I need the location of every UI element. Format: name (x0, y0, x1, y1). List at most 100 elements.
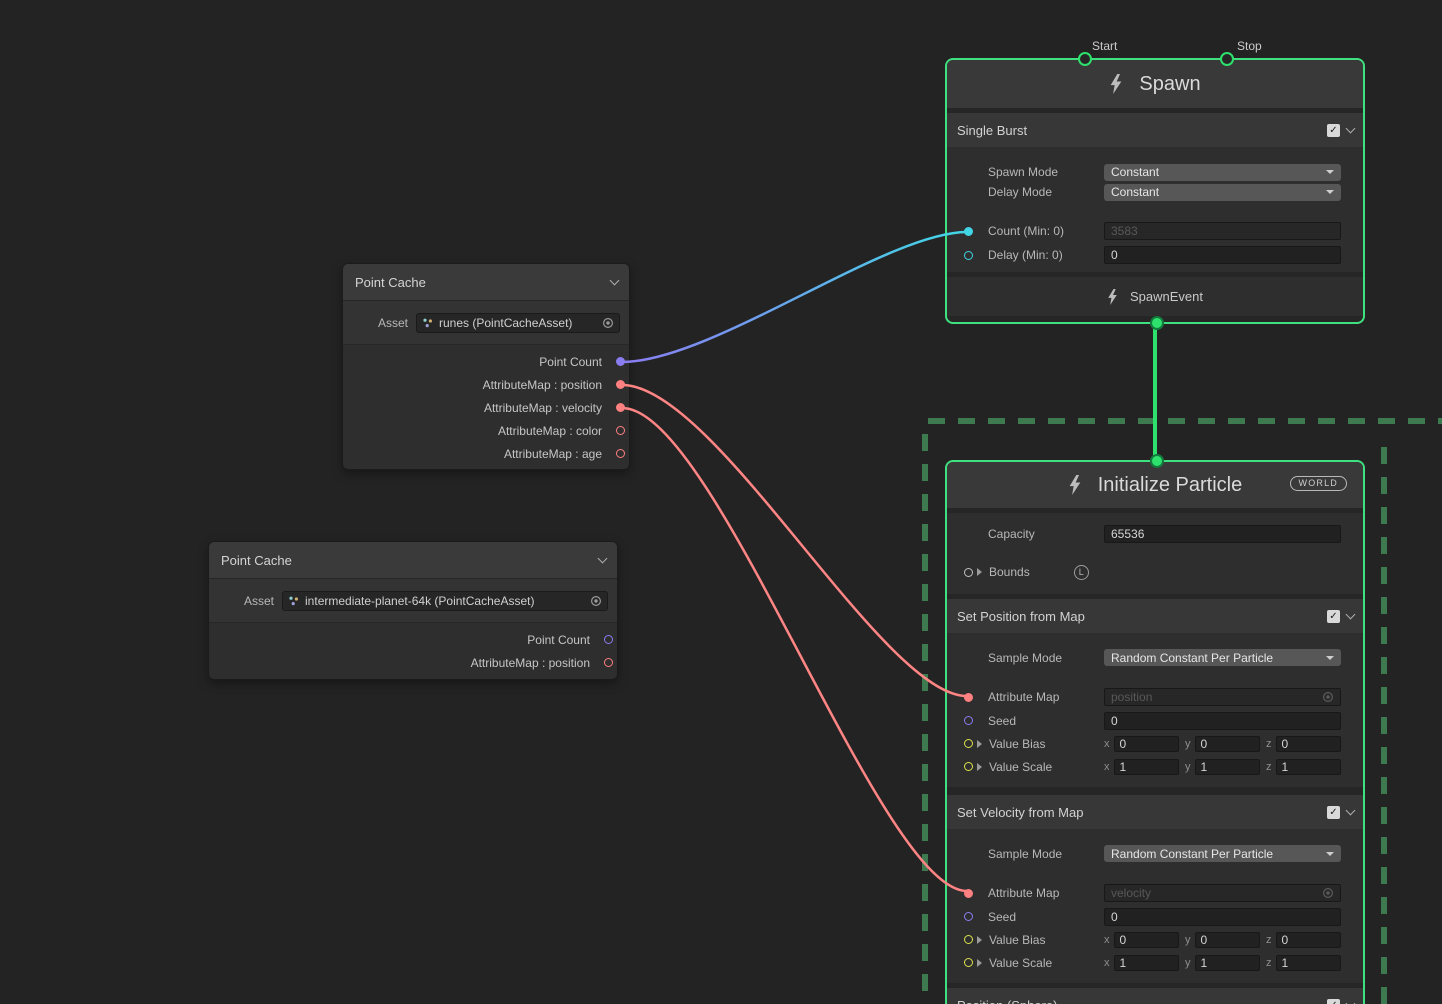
set-velocity-header[interactable]: Set Velocity from Map (947, 795, 1363, 829)
attribute-map-position-output-port[interactable] (604, 658, 613, 667)
seed-row: Seed 0 (947, 905, 1363, 928)
asset-object-field[interactable]: runes (PointCacheAsset) (416, 313, 620, 333)
chevron-down-icon[interactable] (1346, 998, 1356, 1004)
value-bias-x-field[interactable]: 0 (1114, 932, 1180, 948)
output-row-point-count: Point Count (209, 628, 617, 651)
node-title: Initialize Particle (1098, 474, 1243, 497)
attribute-map-field[interactable]: velocity (1104, 884, 1341, 902)
chevron-down-icon[interactable] (598, 553, 608, 563)
attribute-map-input-port[interactable] (964, 693, 973, 702)
point-cache-1-header[interactable]: Point Cache (343, 264, 629, 300)
spawn-title-bar[interactable]: Spawn (947, 60, 1363, 108)
asset-label: Asset (244, 594, 274, 608)
asset-value: runes (PointCacheAsset) (439, 316, 572, 330)
output-label: AttributeMap : age (504, 447, 602, 461)
foldout-triangle-icon[interactable] (977, 740, 982, 748)
attribute-map-row: Attribute Map position (947, 685, 1363, 709)
value-scale-y-field[interactable]: 1 (1195, 955, 1261, 971)
output-row-position: AttributeMap : position (209, 651, 617, 674)
single-burst-header[interactable]: Single Burst (947, 113, 1363, 147)
value-bias-z-field[interactable]: 0 (1276, 736, 1342, 752)
output-row-velocity: AttributeMap : velocity (343, 396, 629, 419)
chevron-down-icon[interactable] (1346, 123, 1356, 133)
value-scale-z-field[interactable]: 1 (1276, 955, 1342, 971)
seed-field[interactable]: 0 (1104, 908, 1341, 926)
asset-object-field[interactable]: intermediate-planet-64k (PointCacheAsset… (282, 591, 608, 611)
chevron-down-icon[interactable] (1346, 805, 1356, 815)
attribute-map-color-output-port[interactable] (616, 426, 625, 435)
block-enabled-checkbox[interactable] (1327, 610, 1340, 623)
delay-field[interactable]: 0 (1104, 246, 1341, 264)
foldout-triangle-icon[interactable] (977, 763, 982, 771)
value-scale-x-field[interactable]: 1 (1114, 955, 1180, 971)
count-input-port[interactable] (964, 227, 973, 236)
value-bias-input-port[interactable] (964, 739, 973, 748)
point-count-output-port[interactable] (616, 357, 625, 366)
vfx-graph-canvas[interactable]: Point Cache Asset runes (PointCacheAsset… (0, 0, 1442, 1004)
capacity-field[interactable]: 65536 (1104, 525, 1341, 543)
asset-label: Asset (378, 316, 408, 330)
initialize-input-flow-port[interactable] (1150, 454, 1164, 468)
set-position-from-map-block[interactable]: Set Position from Map Sample Mode Random… (947, 599, 1363, 787)
position-sphere-block[interactable]: Position (Sphere) (947, 988, 1363, 1004)
output-port-list: Point Count AttributeMap : position (209, 623, 617, 678)
attribute-map-field[interactable]: position (1104, 688, 1341, 706)
position-sphere-header[interactable]: Position (Sphere) (947, 988, 1363, 1004)
foldout-triangle-icon[interactable] (977, 959, 982, 967)
value-scale-x-field[interactable]: 1 (1114, 759, 1180, 775)
foldout-triangle-icon[interactable] (977, 936, 982, 944)
node-point-cache-1[interactable]: Point Cache Asset runes (PointCacheAsset… (342, 263, 630, 470)
attribute-map-velocity-output-port[interactable] (616, 403, 625, 412)
initialize-settings: Capacity 65536 Bounds L (947, 513, 1363, 594)
point-count-output-port[interactable] (604, 635, 613, 644)
spawn-mode-dropdown[interactable]: Constant (1104, 164, 1341, 181)
bounds-input-port[interactable] (964, 568, 973, 577)
value-scale-input-port[interactable] (964, 762, 973, 771)
delay-mode-dropdown[interactable]: Constant (1104, 184, 1341, 201)
value-scale-y-field[interactable]: 1 (1195, 759, 1261, 775)
chevron-down-icon[interactable] (610, 275, 620, 285)
attribute-map-input-port[interactable] (964, 889, 973, 898)
point-cache-2-header[interactable]: Point Cache (209, 542, 617, 578)
sample-mode-dropdown[interactable]: Random Constant Per Particle (1104, 649, 1341, 666)
space-badge[interactable]: WORLD (1290, 476, 1348, 491)
seed-input-port[interactable] (964, 716, 973, 725)
object-picker-icon[interactable] (590, 595, 602, 607)
node-point-cache-2[interactable]: Point Cache Asset intermediate-planet-64… (208, 541, 618, 680)
value-bias-z-field[interactable]: 0 (1276, 932, 1342, 948)
foldout-triangle-icon[interactable] (977, 568, 982, 576)
node-spawn[interactable]: Start Stop Spawn Single Burst Spawn Mode… (945, 58, 1365, 324)
start-flow-port[interactable] (1078, 52, 1092, 66)
stop-flow-port[interactable] (1220, 52, 1234, 66)
value-scale-input-port[interactable] (964, 958, 973, 967)
chevron-down-icon[interactable] (1346, 609, 1356, 619)
block-title: Single Burst (957, 123, 1027, 138)
value-bias-y-field[interactable]: 0 (1195, 736, 1261, 752)
initialize-title-bar[interactable]: Initialize Particle WORLD (947, 462, 1363, 508)
attribute-map-position-output-port[interactable] (616, 380, 625, 389)
single-burst-block[interactable]: Single Burst Spawn Mode Constant Delay M… (947, 113, 1363, 215)
value-bias-x-field[interactable]: 0 (1114, 736, 1180, 752)
point-cache-asset-icon (422, 317, 434, 329)
spawn-output-flow-port[interactable] (1150, 316, 1164, 330)
count-field[interactable]: 3583 (1104, 222, 1341, 240)
value-bias-y-field[interactable]: 0 (1195, 932, 1261, 948)
seed-input-port[interactable] (964, 912, 973, 921)
value-bias-input-port[interactable] (964, 935, 973, 944)
object-picker-icon[interactable] (1322, 887, 1334, 899)
block-enabled-checkbox[interactable] (1327, 124, 1340, 137)
set-position-header[interactable]: Set Position from Map (947, 599, 1363, 633)
delay-input-port[interactable] (964, 251, 973, 260)
seed-field[interactable]: 0 (1104, 712, 1341, 730)
dropdown-value: Constant (1111, 185, 1159, 199)
set-velocity-from-map-block[interactable]: Set Velocity from Map Sample Mode Random… (947, 795, 1363, 983)
attribute-map-age-output-port[interactable] (616, 449, 625, 458)
local-space-icon[interactable]: L (1074, 565, 1089, 580)
block-enabled-checkbox[interactable] (1327, 999, 1340, 1004)
value-scale-z-field[interactable]: 1 (1276, 759, 1342, 775)
node-initialize-particle[interactable]: Initialize Particle WORLD Capacity 65536… (945, 460, 1365, 1004)
object-picker-icon[interactable] (1322, 691, 1334, 703)
object-picker-icon[interactable] (602, 317, 614, 329)
sample-mode-dropdown[interactable]: Random Constant Per Particle (1104, 845, 1341, 862)
block-enabled-checkbox[interactable] (1327, 806, 1340, 819)
